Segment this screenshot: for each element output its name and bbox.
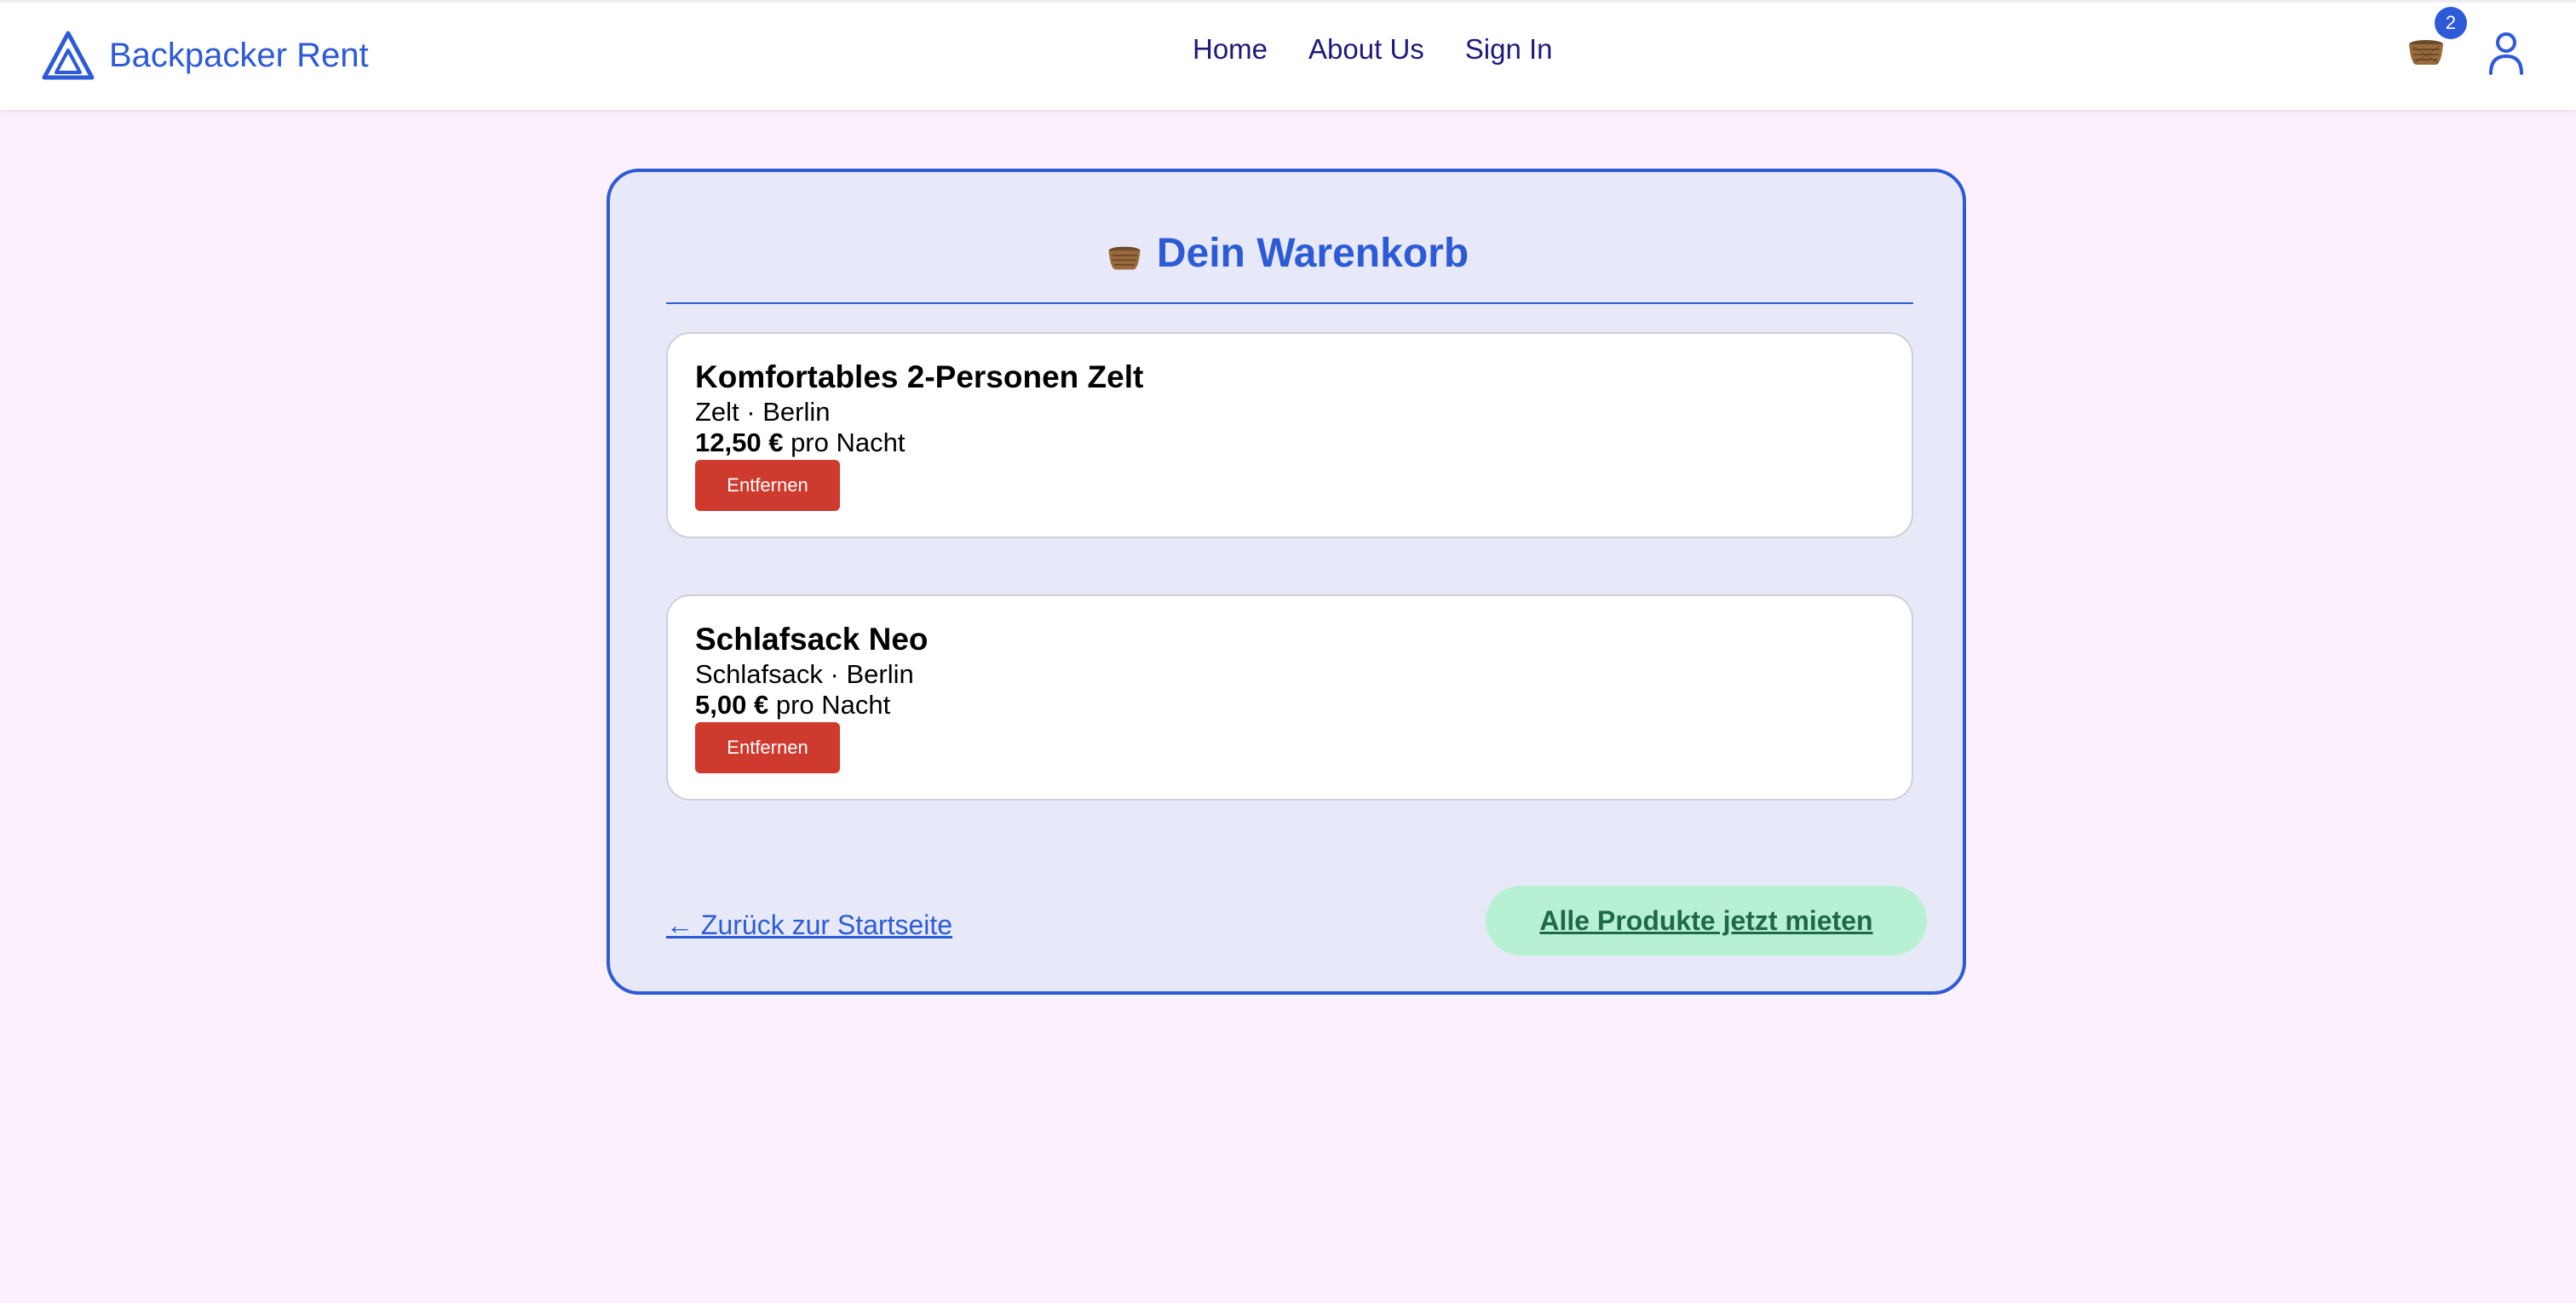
basket-icon <box>1108 246 1141 269</box>
brand-link[interactable]: Backpacker Rent <box>41 28 369 83</box>
nav-about-link[interactable]: About Us <box>1308 33 1424 66</box>
cart-item: Komfortables 2-Personen Zelt Zelt · Berl… <box>666 332 1913 538</box>
item-name: Komfortables 2-Personen Zelt <box>695 359 1144 394</box>
user-icon <box>2489 32 2523 75</box>
item-price-value: 12,50 € <box>695 428 784 457</box>
nav-home-link[interactable]: Home <box>1193 33 1268 66</box>
remove-item-button[interactable]: Entfernen <box>695 722 840 773</box>
cart-panel: Dein Warenkorb Komfortables 2-Personen Z… <box>607 169 1966 995</box>
item-price: 5,00 € pro Nacht <box>695 690 890 720</box>
item-price-unit: pro Nacht <box>791 428 906 457</box>
title-divider <box>666 302 1913 304</box>
cart-count-badge: 2 <box>2435 7 2467 39</box>
item-price-unit: pro Nacht <box>775 690 891 720</box>
item-price-value: 5,00 € <box>695 690 769 720</box>
cart-item: Schlafsack Neo Schlafsack · Berlin 5,00 … <box>666 594 1913 801</box>
triangle-tent-icon <box>42 31 95 80</box>
cart-heading: Dein Warenkorb <box>610 230 1963 277</box>
rent-all-button[interactable]: Alle Produkte jetzt mieten <box>1486 886 1927 956</box>
cart-title-text: Dein Warenkorb <box>1156 231 1469 276</box>
item-price: 12,50 € pro Nacht <box>695 428 905 458</box>
item-name: Schlafsack Neo <box>695 622 929 657</box>
item-category-location: Zelt · Berlin <box>695 397 831 427</box>
nav-signin-link[interactable]: Sign In <box>1465 33 1553 66</box>
brand-name: Backpacker Rent <box>109 36 369 74</box>
item-category-location: Schlafsack · Berlin <box>695 659 914 689</box>
main-nav: Home About Us Sign In <box>1193 33 1553 66</box>
user-account-button[interactable] <box>2487 31 2525 75</box>
back-to-home-link[interactable]: ← Zurück zur Startseite <box>666 910 952 941</box>
navbar: Backpacker Rent Home About Us Sign In <box>0 3 2576 110</box>
remove-item-button[interactable]: Entfernen <box>695 460 840 511</box>
